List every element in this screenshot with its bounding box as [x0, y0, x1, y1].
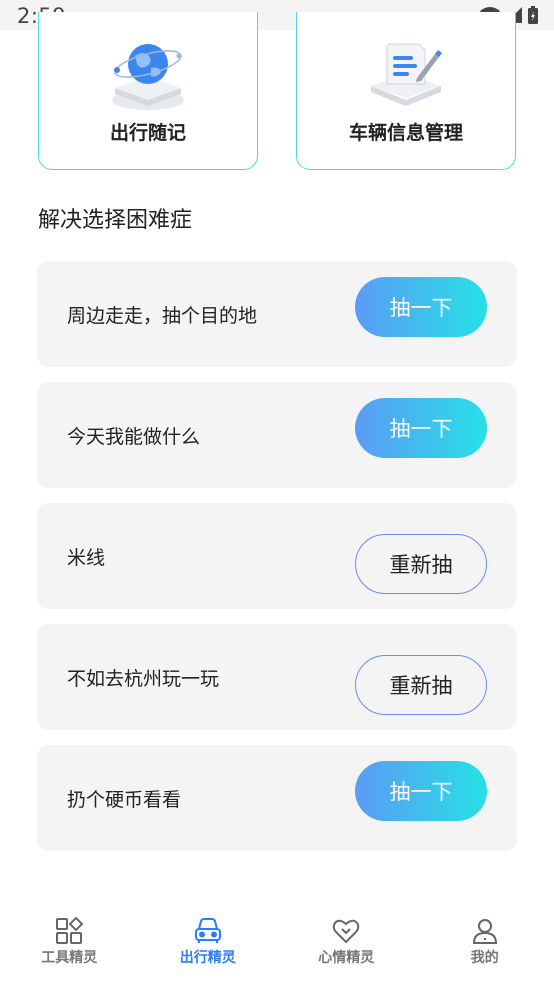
redraw-button[interactable]: 重新抽: [355, 655, 487, 715]
globe-icon: [112, 44, 184, 110]
choice-card: 扔个硬币看看 抽一下: [37, 745, 517, 851]
car-icon: [194, 918, 221, 943]
choice-text: 周边走走，抽个目的地: [67, 305, 258, 327]
vehicle-info-label: 车辆信息管理: [348, 122, 463, 144]
bottom-tab-bar: 工具精灵 出行精灵 心情精灵 我的: [0, 904, 554, 984]
tab-mood[interactable]: 心情精灵: [277, 904, 416, 984]
tab-label: 心情精灵: [318, 950, 375, 966]
choice-text: 不如去杭州玩一玩: [67, 668, 220, 690]
heart-icon: [332, 919, 360, 944]
vehicle-info-card[interactable]: 车辆信息管理: [296, 12, 516, 170]
tab-tools[interactable]: 工具精灵: [0, 904, 139, 984]
travel-notes-label: 出行随记: [109, 122, 186, 144]
document-edit-icon: [371, 43, 442, 106]
grid-apps-icon: [56, 916, 84, 944]
tab-label: 出行精灵: [179, 950, 236, 966]
draw-button[interactable]: 抽一下: [355, 398, 487, 458]
battery-icon: [528, 6, 538, 24]
travel-notes-card[interactable]: 出行随记: [38, 12, 258, 170]
tab-label: 我的: [470, 950, 499, 966]
draw-button[interactable]: 抽一下: [355, 277, 487, 337]
draw-button[interactable]: 抽一下: [355, 761, 487, 821]
choice-text: 米线: [67, 547, 106, 569]
choice-card: 不如去杭州玩一玩 重新抽: [37, 624, 517, 730]
choice-card: 今天我能做什么 抽一下: [37, 382, 517, 488]
choice-card: 米线 重新抽: [37, 503, 517, 609]
choice-text: 扔个硬币看看: [67, 789, 182, 811]
tab-label: 工具精灵: [41, 950, 98, 966]
choice-card: 周边走走，抽个目的地 抽一下: [37, 261, 517, 367]
choice-text: 今天我能做什么: [67, 426, 201, 448]
section-title: 解决选择困难症: [38, 208, 193, 233]
person-icon: [472, 919, 497, 944]
tab-mine[interactable]: 我的: [416, 904, 554, 984]
redraw-button[interactable]: 重新抽: [355, 534, 487, 594]
tab-travel[interactable]: 出行精灵: [139, 904, 278, 984]
